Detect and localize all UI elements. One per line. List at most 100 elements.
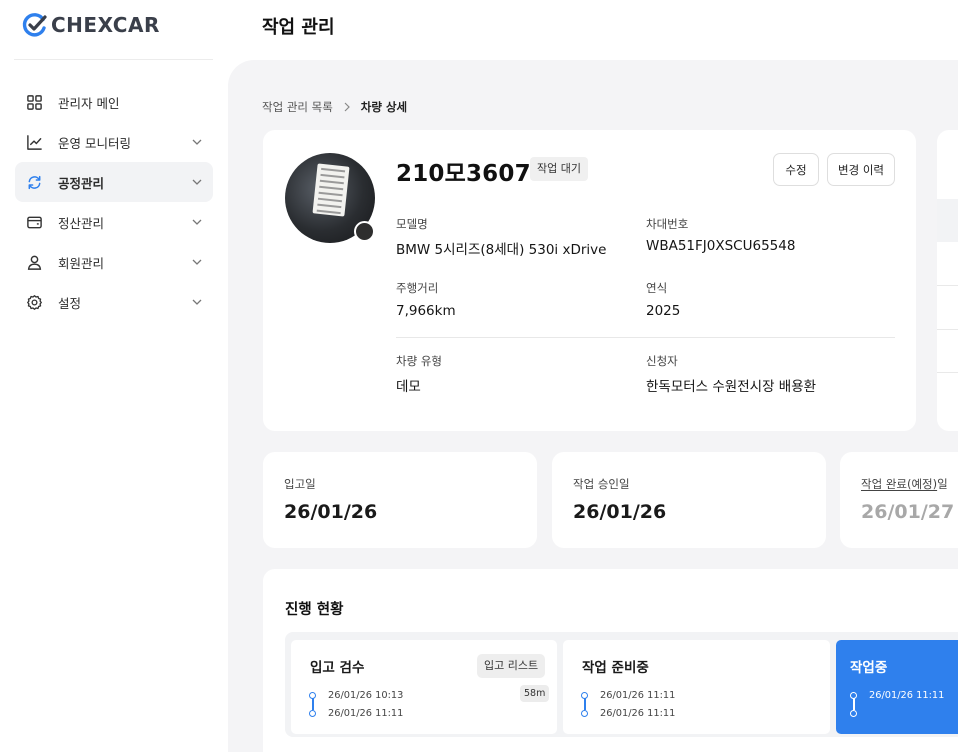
timeline-dot bbox=[850, 709, 857, 717]
step-in-progress[interactable]: 작업중 26/01/26 11:11 bbox=[836, 640, 958, 734]
timeline-time: 26/01/26 11:11 bbox=[600, 689, 676, 701]
side-panel-row-divider bbox=[937, 329, 958, 330]
photo-status-badge bbox=[354, 221, 375, 242]
vehicle-info-card: 210모3607 작업 대기 수정 변경 이력 모델명 BMW 5시리즈(8세대… bbox=[263, 130, 916, 431]
wallet-icon bbox=[25, 213, 43, 231]
sidebar-item-monitoring[interactable]: 운영 모니터링 bbox=[15, 122, 213, 162]
side-panel-card bbox=[937, 130, 958, 431]
breadcrumb: 작업 관리 목록 차량 상세 bbox=[262, 99, 407, 115]
sidebar-item-label: 설정 bbox=[58, 295, 82, 311]
timeline-entry: 26/01/26 11:11 bbox=[309, 704, 403, 722]
sidebar-item-label: 정산관리 bbox=[58, 215, 105, 231]
timeline-entry: 26/01/26 10:13 bbox=[309, 686, 403, 704]
sidebar-menu: 관리자 메인 운영 모니터링 공정관리 정산관리 회원관리 설정 bbox=[15, 82, 213, 322]
gear-icon bbox=[25, 293, 43, 311]
page-title: 작업 관리 bbox=[262, 17, 335, 38]
vin-label: 차대번호 bbox=[646, 217, 689, 231]
received-date-card: 입고일 26/01/26 bbox=[263, 452, 537, 548]
mileage-label: 주행거리 bbox=[396, 281, 439, 295]
section-divider bbox=[396, 337, 895, 338]
vin-value: WBA51FJ0XSCU65548 bbox=[646, 238, 796, 254]
model-label: 모델명 bbox=[396, 217, 428, 231]
sidebar-item-process[interactable]: 공정관리 bbox=[15, 162, 213, 202]
sidebar-item-settlement[interactable]: 정산관리 bbox=[15, 202, 213, 242]
applicant-label: 신청자 bbox=[646, 354, 678, 368]
step-title: 작업 준비중 bbox=[582, 660, 649, 676]
intake-list-button[interactable]: 입고 리스트 bbox=[477, 654, 546, 678]
step-intake-inspection[interactable]: 입고 검수 입고 리스트 58m 26/01/26 10:13 26/01/26… bbox=[291, 640, 557, 734]
sidebar-item-admin-main[interactable]: 관리자 메인 bbox=[15, 82, 213, 122]
sidebar-item-members[interactable]: 회원관리 bbox=[15, 242, 213, 282]
step-timeline: 26/01/26 10:13 26/01/26 11:11 bbox=[309, 686, 403, 722]
completion-date-label[interactable]: 작업 완료(예정)일 bbox=[861, 476, 948, 492]
completion-date-value: 26/01/27 bbox=[861, 501, 955, 523]
timeline-entry: 26/01/26 11:11 bbox=[581, 704, 675, 722]
brand-logo[interactable]: CHEXCAR bbox=[22, 10, 160, 40]
timeline-dot bbox=[581, 709, 588, 717]
approval-date-value: 26/01/26 bbox=[573, 501, 667, 523]
chevron-down-icon bbox=[192, 299, 202, 305]
timeline-dot bbox=[309, 691, 316, 699]
completion-date-label-link[interactable]: 작업 완료(예정) bbox=[861, 477, 937, 491]
model-value: BMW 5시리즈(8세대) 530i xDrive bbox=[396, 242, 607, 258]
chevron-right-icon bbox=[344, 102, 350, 112]
breadcrumb-current: 차량 상세 bbox=[360, 100, 408, 114]
mileage-value: 7,966km bbox=[396, 303, 456, 319]
vehicle-type-value: 데모 bbox=[396, 379, 421, 395]
refresh-icon bbox=[25, 173, 43, 191]
logo-check-icon bbox=[22, 13, 47, 37]
sidebar-item-label: 공정관리 bbox=[58, 175, 105, 191]
year-label: 연식 bbox=[646, 281, 668, 295]
sidebar-item-label: 운영 모니터링 bbox=[58, 135, 131, 151]
approval-date-card: 작업 승인일 26/01/26 bbox=[552, 452, 826, 548]
chevron-down-icon bbox=[192, 259, 202, 265]
applicant-value: 한독모터스 수원전시장 배용환 bbox=[646, 379, 817, 395]
step-title: 입고 검수 bbox=[310, 660, 365, 676]
timeline-dot bbox=[581, 691, 588, 699]
brand-name: CHEXCAR bbox=[51, 13, 160, 37]
sidebar-item-label: 관리자 메인 bbox=[58, 95, 120, 111]
step-work-preparing[interactable]: 작업 준비중 26/01/26 11:11 26/01/26 11:11 bbox=[563, 640, 830, 734]
side-panel-header bbox=[937, 199, 958, 242]
sidebar-item-settings[interactable]: 설정 bbox=[15, 282, 213, 322]
timeline-time: 26/01/26 11:11 bbox=[328, 707, 404, 719]
chart-line-icon bbox=[25, 133, 43, 151]
sidebar-item-label: 회원관리 bbox=[58, 255, 105, 271]
vin-sticker-image bbox=[312, 163, 350, 217]
year-value: 2025 bbox=[646, 303, 681, 319]
timeline-time: 26/01/26 10:13 bbox=[328, 689, 404, 701]
received-date-label: 입고일 bbox=[284, 477, 316, 491]
step-timeline: 26/01/26 11:11 26/01/26 11:11 bbox=[581, 686, 675, 722]
step-duration-badge: 58m bbox=[520, 685, 550, 702]
edit-button[interactable]: 수정 bbox=[773, 153, 819, 186]
vehicle-plate-number: 210모3607 bbox=[396, 161, 531, 187]
timeline-dot bbox=[309, 709, 316, 717]
chevron-down-icon bbox=[192, 219, 202, 225]
vehicle-type-label: 차량 유형 bbox=[396, 354, 442, 368]
progress-steps: 입고 검수 입고 리스트 58m 26/01/26 10:13 26/01/26… bbox=[285, 632, 958, 737]
timeline-entry: 26/01/26 11:11 bbox=[581, 686, 675, 704]
chevron-down-icon bbox=[192, 139, 202, 145]
step-title: 작업중 bbox=[850, 660, 888, 676]
progress-title: 진행 현황 bbox=[285, 602, 344, 618]
progress-status-card: 진행 현황 입고 검수 입고 리스트 58m 26/01/26 10:13 26… bbox=[263, 569, 958, 752]
timeline-entry bbox=[850, 704, 944, 722]
completion-date-label-suffix: 일 bbox=[937, 477, 948, 491]
completion-date-card: 작업 완료(예정)일 26/01/27 bbox=[840, 452, 958, 548]
timeline-dot bbox=[850, 691, 857, 699]
status-badge: 작업 대기 bbox=[530, 157, 588, 181]
step-timeline: 26/01/26 11:11 bbox=[850, 686, 944, 722]
approval-date-label: 작업 승인일 bbox=[573, 477, 630, 491]
grid-icon bbox=[25, 93, 43, 111]
sidebar-divider bbox=[14, 59, 213, 60]
side-panel-row-divider bbox=[937, 372, 958, 373]
sidebar: CHEXCAR 관리자 메인 운영 모니터링 공정관리 정산관리 회원관리 설정 bbox=[0, 0, 228, 752]
chevron-down-icon bbox=[192, 179, 202, 185]
received-date-value: 26/01/26 bbox=[284, 501, 378, 523]
change-history-button[interactable]: 변경 이력 bbox=[827, 153, 895, 186]
side-panel-row-divider bbox=[937, 285, 958, 286]
timeline-time: 26/01/26 11:11 bbox=[869, 689, 945, 701]
breadcrumb-parent-link[interactable]: 작업 관리 목록 bbox=[262, 99, 333, 115]
timeline-time: 26/01/26 11:11 bbox=[600, 707, 676, 719]
user-icon bbox=[25, 253, 43, 271]
